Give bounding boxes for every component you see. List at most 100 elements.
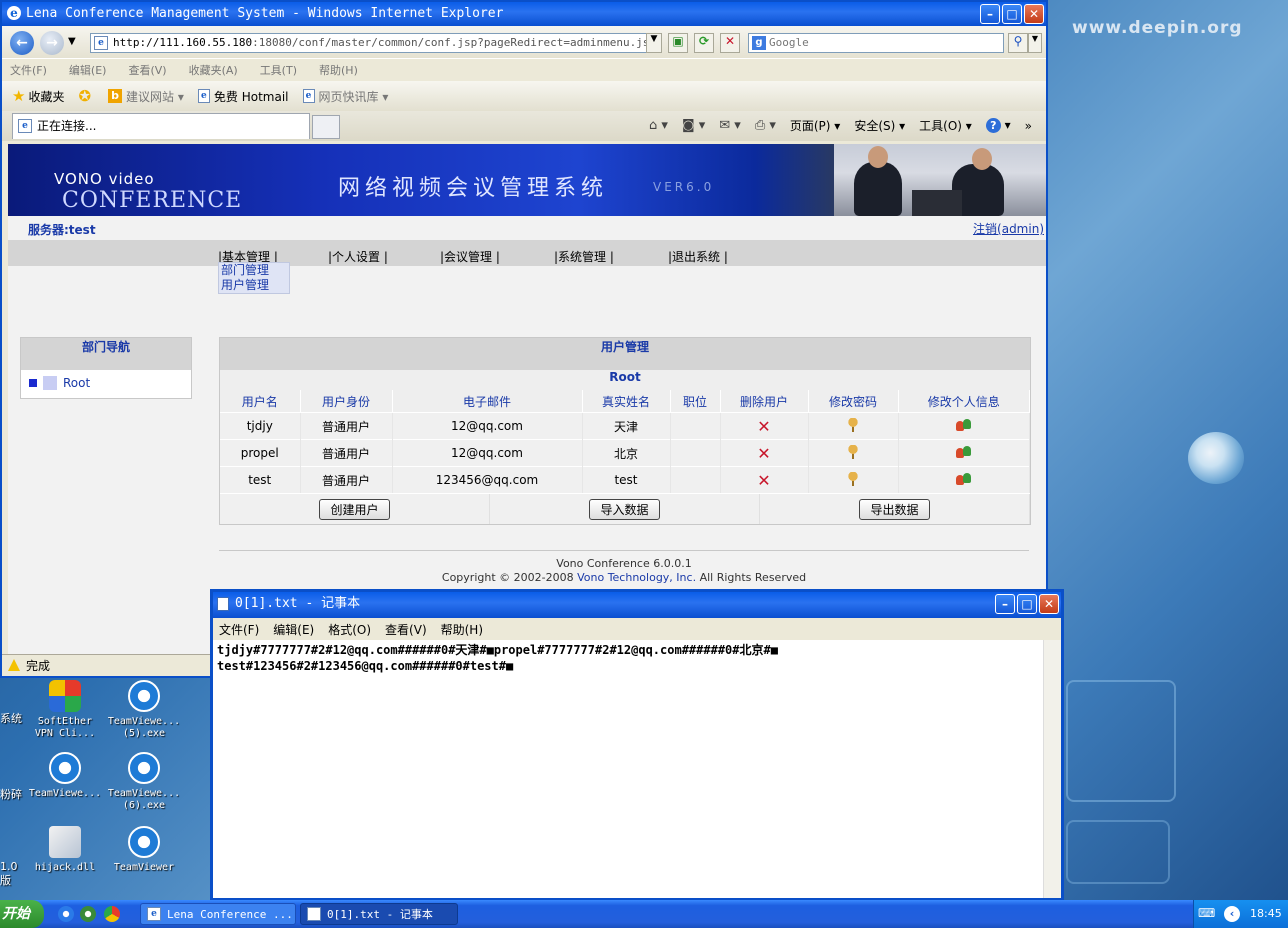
delete-user-icon[interactable]: ✕ — [757, 471, 770, 490]
submenu-department-management[interactable]: 部门管理 — [219, 263, 289, 278]
mail-icon[interactable]: ✉ ▾ — [719, 118, 741, 133]
notepad-text-area[interactable]: tjdjy#7777777#2#12@qq.com######0#天津#■pro… — [217, 642, 1041, 674]
user-actions-row: 创建用户 导入数据 导出数据 — [220, 493, 1030, 524]
taskbar-ie-button[interactable]: e Lena Conference ... — [140, 903, 296, 925]
desktop-edge-label: 粉碎 — [0, 788, 22, 801]
chevron-more-icon[interactable]: » — [1025, 119, 1032, 133]
server-label: 服务器:test — [28, 223, 96, 237]
change-password-key-icon[interactable] — [847, 471, 859, 486]
export-data-button[interactable]: 导出数据 — [859, 498, 930, 520]
logout-link[interactable]: 注销(admin) — [973, 220, 1044, 237]
notepad-menubar: 文件(F) 编辑(E) 格式(O) 查看(V) 帮助(H) — [213, 618, 1061, 640]
minimize-button[interactable]: – — [995, 594, 1015, 614]
menu-edit[interactable]: 编辑(E) — [273, 621, 314, 638]
suggested-sites-link[interactable]: b 建议网站 ▾ — [108, 88, 184, 105]
refresh-button[interactable]: ⟳ — [694, 33, 714, 53]
desktop-icon-teamviewer-5[interactable]: TeamViewe... (5).exe — [105, 680, 183, 740]
tab-current[interactable]: e 正在连接... — [12, 113, 310, 139]
tree-node-root[interactable]: Root — [21, 370, 191, 390]
maximize-button[interactable]: □ — [1017, 594, 1037, 614]
safety-menu[interactable]: 安全(S) ▾ — [854, 117, 905, 134]
search-button[interactable]: ⚲ — [1008, 33, 1028, 53]
nav-system-management[interactable]: |系统管理 | — [554, 248, 614, 265]
taskbar-notepad-button[interactable]: 0[1].txt - 记事本 — [300, 903, 458, 925]
table-row: tjdjy 普通用户 12@qq.com 天津 ✕ — [220, 412, 1030, 440]
company-link[interactable]: Vono Technology, Inc. — [577, 571, 696, 584]
delete-user-icon[interactable]: ✕ — [757, 444, 770, 463]
keyboard-icon[interactable]: ⌨ — [1198, 906, 1215, 920]
tray-expand-icon[interactable]: ‹ — [1224, 906, 1240, 922]
close-button[interactable]: ✕ — [1024, 4, 1044, 24]
ie-window-title: Lena Conference Management System - Wind… — [26, 6, 504, 21]
desktop-icon-hijack-dll[interactable]: hijack.dll — [26, 826, 104, 874]
back-button[interactable]: ← — [10, 31, 34, 55]
menu-favorites[interactable]: 收藏夹(A) — [189, 62, 238, 78]
vertical-scrollbar[interactable] — [1043, 640, 1061, 898]
businessmen-photo — [834, 144, 1046, 216]
tools-menu[interactable]: 工具(O) ▾ — [919, 117, 972, 134]
add-favorites-button[interactable]: ✪ — [78, 87, 94, 105]
nav-personal-settings[interactable]: |个人设置 | — [328, 248, 388, 265]
history-dropdown-icon[interactable]: ▼ — [68, 36, 76, 47]
menu-view[interactable]: 查看(V) — [385, 621, 427, 638]
menu-help[interactable]: 帮助(H) — [441, 621, 483, 638]
table-row: test 普通用户 123456@qq.com test ✕ — [220, 466, 1030, 493]
favorites-bar: ★ 收藏夹 ✪ b 建议网站 ▾ e 免费 Hotmail e 网页快讯库 ▾ — [2, 81, 1046, 111]
menu-view[interactable]: 查看(V) — [128, 62, 166, 78]
delete-user-icon[interactable]: ✕ — [757, 417, 770, 436]
department-nav-title: 部门导航 — [21, 338, 191, 370]
change-password-key-icon[interactable] — [847, 444, 859, 459]
ie-quicklaunch-icon[interactable] — [80, 906, 96, 922]
create-user-button[interactable]: 创建用户 — [319, 498, 390, 520]
forward-button[interactable]: → — [40, 31, 64, 55]
home-icon[interactable]: ⌂ ▾ — [649, 118, 668, 133]
menu-format[interactable]: 格式(O) — [328, 621, 371, 638]
desktop-icon-teamviewer-shortcut[interactable]: TeamViewer — [105, 826, 183, 874]
print-icon[interactable]: ⎙ ▾ — [755, 118, 776, 133]
search-options-button[interactable]: ▼ — [1028, 33, 1042, 53]
address-dropdown-button[interactable]: ▼ — [646, 33, 662, 53]
web-slice-gallery-link[interactable]: e 网页快讯库 ▾ — [302, 88, 388, 105]
nav-exit-system[interactable]: |退出系统 | — [668, 248, 728, 265]
hotmail-link[interactable]: e 免费 Hotmail — [197, 88, 289, 105]
nav-meeting-management[interactable]: |会议管理 | — [440, 248, 500, 265]
menu-file[interactable]: 文件(F) — [219, 621, 259, 638]
table-header-row: 用户名 用户身份 电子邮件 真实姓名 职位 删除用户 修改密码 修改个人信息 — [220, 390, 1030, 413]
change-password-key-icon[interactable] — [847, 417, 859, 432]
menu-help[interactable]: 帮助(H) — [319, 62, 358, 78]
menu-tools[interactable]: 工具(T) — [260, 62, 297, 78]
favorites-button[interactable]: ★ 收藏夹 — [12, 87, 64, 105]
edit-profile-users-icon[interactable] — [955, 418, 972, 431]
close-button[interactable]: ✕ — [1039, 594, 1059, 614]
menu-edit[interactable]: 编辑(E) — [69, 62, 107, 78]
edit-profile-users-icon[interactable] — [955, 472, 972, 485]
ie-quicklaunch-icon[interactable] — [58, 906, 74, 922]
feeds-icon[interactable]: ◙ ▾ — [682, 118, 705, 133]
ie-titlebar[interactable]: e Lena Conference Management System - Wi… — [2, 2, 1046, 26]
import-data-button[interactable]: 导入数据 — [589, 498, 660, 520]
new-tab-button[interactable] — [312, 115, 340, 139]
desktop-icon-teamviewer-6[interactable]: TeamViewe... (6).exe — [105, 752, 183, 812]
start-button[interactable]: 开始 — [0, 900, 44, 928]
search-input[interactable]: g Google — [748, 33, 1004, 53]
page-menu[interactable]: 页面(P) ▾ — [790, 117, 840, 134]
menu-file[interactable]: 文件(F) — [10, 62, 47, 78]
teamviewer-icon — [128, 680, 160, 712]
desktop-icon-teamviewer[interactable]: TeamViewe... — [26, 752, 104, 800]
page-icon: e — [94, 36, 108, 50]
submenu-user-management[interactable]: 用户管理 — [219, 278, 289, 293]
desktop-icon-softether[interactable]: SoftEther VPN Cli... — [26, 680, 104, 740]
water-drop-decoration — [1188, 432, 1244, 484]
compatibility-view-icon[interactable]: ▣ — [668, 33, 688, 53]
maximize-button[interactable]: □ — [1002, 4, 1022, 24]
chrome-icon[interactable] — [104, 906, 120, 922]
notepad-titlebar[interactable]: 0[1].txt - 记事本 – □ ✕ — [213, 592, 1061, 618]
minimize-button[interactable]: – — [980, 4, 1000, 24]
address-toolbar: ← → ▼ e http://111.160.55.180:18080/conf… — [2, 26, 1046, 58]
col-username: 用户名 — [220, 390, 301, 413]
stop-button[interactable]: ✕ — [720, 33, 740, 53]
help-menu[interactable]: ? ▾ — [985, 118, 1011, 133]
edit-profile-users-icon[interactable] — [955, 445, 972, 458]
address-bar[interactable]: e http://111.160.55.180:18080/conf/maste… — [90, 33, 662, 53]
col-role: 用户身份 — [300, 390, 393, 413]
